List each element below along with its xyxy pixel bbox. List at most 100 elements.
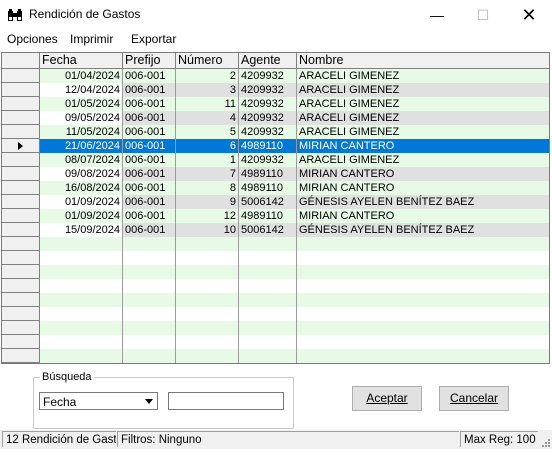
cell-nombre[interactable]: GÉNESIS AYELEN BENÍTEZ BAEZ <box>297 195 549 209</box>
empty-row[interactable] <box>2 265 549 279</box>
cell-agente[interactable] <box>239 251 297 265</box>
table-row[interactable]: 08/07/2024 006-001 1 4209932 ARACELI GIMENEZ <box>2 153 549 167</box>
row-indicator[interactable] <box>2 195 40 209</box>
cell-nombre[interactable] <box>297 307 549 321</box>
cell-numero[interactable]: 4 <box>176 111 239 125</box>
cell-agente[interactable]: 4209932 <box>239 125 297 139</box>
empty-row[interactable] <box>2 293 549 307</box>
cell-nombre[interactable]: MIRIAN CANTERO <box>297 139 549 153</box>
cell-prefijo[interactable]: 006-001 <box>123 139 176 153</box>
row-indicator[interactable] <box>2 167 40 181</box>
table-row[interactable]: 15/09/2024 006-001 10 5006142 GÉNESIS AYELEN… <box>2 223 549 237</box>
row-indicator[interactable] <box>2 125 40 139</box>
cell-agente[interactable] <box>239 237 297 251</box>
row-indicator[interactable] <box>2 153 40 167</box>
cell-prefijo[interactable]: 006-001 <box>123 111 176 125</box>
cell-numero[interactable] <box>176 349 239 363</box>
cell-agente[interactable]: 4209932 <box>239 111 297 125</box>
accept-button[interactable]: Aceptar <box>352 386 422 411</box>
row-indicator[interactable] <box>2 293 40 307</box>
header-col-numero[interactable]: Número <box>176 53 239 69</box>
cell-prefijo[interactable] <box>123 251 176 265</box>
row-indicator[interactable] <box>2 209 40 223</box>
cell-numero[interactable] <box>176 279 239 293</box>
search-field-select[interactable]: Fecha <box>39 392 158 410</box>
cell-nombre[interactable]: ARACELI GIMENEZ <box>297 125 549 139</box>
cell-nombre[interactable] <box>297 293 549 307</box>
cell-numero[interactable]: 12 <box>176 209 239 223</box>
cell-fecha[interactable]: 09/08/2024 <box>40 167 123 181</box>
row-indicator[interactable] <box>2 69 40 83</box>
cell-numero[interactable]: 7 <box>176 167 239 181</box>
cell-agente[interactable]: 4209932 <box>239 97 297 111</box>
cell-fecha[interactable]: 08/07/2024 <box>40 153 123 167</box>
close-button[interactable]: ✕ <box>506 0 552 30</box>
cell-fecha[interactable]: 01/09/2024 <box>40 209 123 223</box>
maximize-button[interactable]: ☐ <box>460 0 506 30</box>
cancel-button[interactable]: Cancelar <box>439 386 509 411</box>
cell-nombre[interactable]: ARACELI GIMENEZ <box>297 153 549 167</box>
cell-nombre[interactable]: ARACELI GIMENEZ <box>297 97 549 111</box>
header-col-nombre[interactable]: Nombre <box>297 53 549 69</box>
cell-fecha[interactable]: 16/08/2024 <box>40 181 123 195</box>
cell-agente[interactable] <box>239 335 297 349</box>
cell-numero[interactable] <box>176 265 239 279</box>
empty-row[interactable] <box>2 279 549 293</box>
cell-nombre[interactable]: MIRIAN CANTERO <box>297 167 549 181</box>
cell-agente[interactable]: 5006142 <box>239 223 297 237</box>
header-col-fecha[interactable]: Fecha <box>40 53 123 69</box>
cell-nombre[interactable] <box>297 237 549 251</box>
cell-prefijo[interactable]: 006-001 <box>123 195 176 209</box>
cell-numero[interactable] <box>176 251 239 265</box>
cell-agente[interactable]: 4989110 <box>239 181 297 195</box>
cell-prefijo[interactable]: 006-001 <box>123 125 176 139</box>
cell-nombre[interactable] <box>297 349 549 363</box>
empty-row[interactable] <box>2 349 549 363</box>
cell-prefijo[interactable]: 006-001 <box>123 223 176 237</box>
cell-numero[interactable]: 10 <box>176 223 239 237</box>
cell-fecha[interactable]: 01/09/2024 <box>40 195 123 209</box>
empty-row[interactable] <box>2 307 549 321</box>
cell-nombre[interactable]: MIRIAN CANTERO <box>297 209 549 223</box>
cell-agente[interactable] <box>239 321 297 335</box>
cell-nombre[interactable] <box>297 363 550 364</box>
cell-prefijo[interactable]: 006-001 <box>123 167 176 181</box>
chevron-down-icon[interactable] <box>142 394 156 408</box>
cell-numero[interactable]: 2 <box>176 69 239 83</box>
menu-exportar[interactable]: Exportar <box>131 32 176 46</box>
table-row[interactable]: 11/05/2024 006-001 5 4209932 ARACELI GIMENEZ <box>2 125 549 139</box>
cell-nombre[interactable]: MIRIAN CANTERO <box>297 181 549 195</box>
cell-prefijo[interactable]: 006-001 <box>123 181 176 195</box>
cell-nombre[interactable] <box>297 279 549 293</box>
cell-fecha[interactable] <box>40 321 123 335</box>
row-indicator[interactable] <box>2 237 40 251</box>
table-row[interactable]: 09/05/2024 006-001 4 4209932 ARACELI GIMENEZ <box>2 111 549 125</box>
cell-fecha[interactable]: 11/05/2024 <box>40 125 123 139</box>
cell-numero[interactable] <box>176 321 239 335</box>
cell-numero[interactable]: 9 <box>176 195 239 209</box>
empty-row[interactable] <box>2 321 549 335</box>
cell-fecha[interactable]: 12/04/2024 <box>40 83 123 97</box>
cell-prefijo[interactable] <box>123 335 176 349</box>
cell-nombre[interactable] <box>297 335 549 349</box>
cell-fecha[interactable] <box>40 363 123 364</box>
cell-prefijo[interactable] <box>123 363 176 364</box>
cell-prefijo[interactable]: 006-001 <box>123 153 176 167</box>
cell-prefijo[interactable] <box>123 321 176 335</box>
table-row[interactable]: 01/09/2024 006-001 12 4989110 MIRIAN CANTERO <box>2 209 549 223</box>
cell-prefijo[interactable] <box>123 293 176 307</box>
cell-fecha[interactable] <box>40 251 123 265</box>
cell-numero[interactable]: 3 <box>176 83 239 97</box>
table-row[interactable]: 01/05/2024 006-001 11 4209932 ARACELI GIMENE… <box>2 97 549 111</box>
cell-nombre[interactable]: ARACELI GIMENEZ <box>297 111 549 125</box>
cell-nombre[interactable] <box>297 251 549 265</box>
table-row[interactable]: 01/04/2024 006-001 2 4209932 ARACELI GIMENEZ <box>2 69 549 83</box>
row-indicator[interactable] <box>2 223 40 237</box>
cell-nombre[interactable]: ARACELI GIMENEZ <box>297 69 549 83</box>
cell-prefijo[interactable] <box>123 265 176 279</box>
empty-row[interactable] <box>2 237 549 251</box>
row-indicator[interactable] <box>2 321 40 335</box>
cell-agente[interactable]: 4989110 <box>239 209 297 223</box>
cell-numero[interactable] <box>176 363 239 364</box>
cell-fecha[interactable]: 01/04/2024 <box>40 69 123 83</box>
